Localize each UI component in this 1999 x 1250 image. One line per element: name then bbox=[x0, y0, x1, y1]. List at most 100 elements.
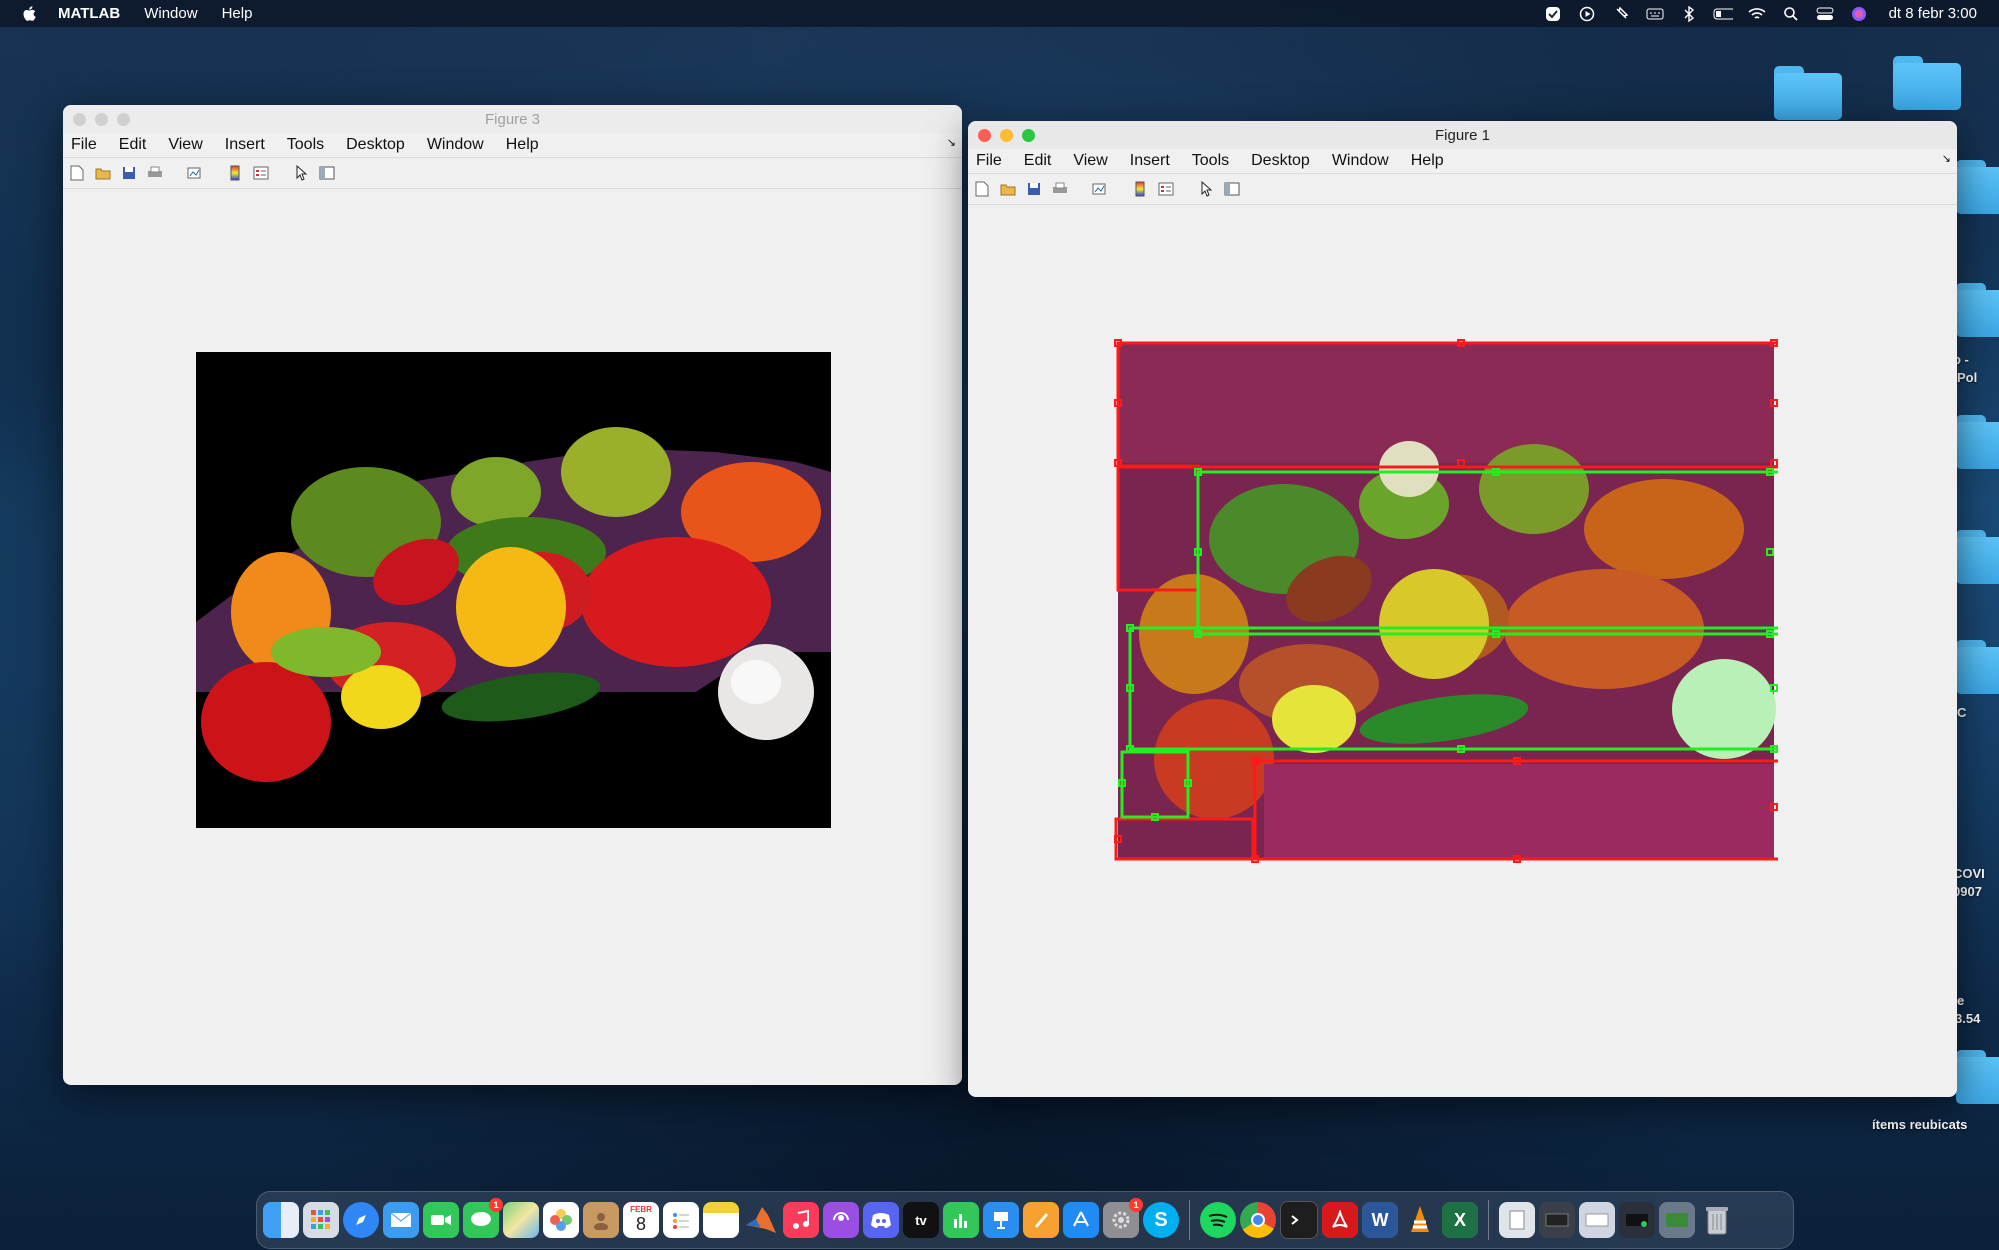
menu-edit[interactable]: Edit bbox=[1024, 152, 1052, 170]
recent-stack-icon[interactable] bbox=[1539, 1202, 1575, 1238]
menu-window[interactable]: Window bbox=[1332, 152, 1389, 170]
colorbar-icon[interactable] bbox=[226, 164, 244, 182]
facetime-icon[interactable] bbox=[423, 1202, 459, 1238]
desktop-folder[interactable] bbox=[1956, 283, 1999, 337]
property-editor-icon[interactable] bbox=[318, 164, 336, 182]
wifi-icon[interactable] bbox=[1747, 6, 1767, 22]
preview-stack-icon[interactable] bbox=[1659, 1202, 1695, 1238]
link-plot-icon[interactable] bbox=[186, 164, 204, 182]
menu-help[interactable]: Help bbox=[1411, 152, 1444, 170]
siri-icon[interactable] bbox=[1849, 6, 1869, 22]
safari-icon[interactable] bbox=[343, 1202, 379, 1238]
menu-desktop[interactable]: Desktop bbox=[1251, 152, 1310, 170]
desktop-folder[interactable] bbox=[1956, 160, 1999, 214]
minimize-button[interactable] bbox=[1000, 129, 1013, 142]
new-figure-icon[interactable] bbox=[68, 164, 86, 182]
save-icon[interactable] bbox=[120, 164, 138, 182]
menu-insert[interactable]: Insert bbox=[1130, 152, 1170, 170]
menu-window[interactable]: Window bbox=[144, 5, 197, 22]
desktop-folder[interactable] bbox=[1774, 66, 1842, 120]
bluetooth-icon[interactable] bbox=[1679, 5, 1699, 22]
zoom-button[interactable] bbox=[1022, 129, 1035, 142]
menu-help[interactable]: Help bbox=[506, 136, 539, 154]
legend-icon[interactable] bbox=[1157, 180, 1175, 198]
checkmark-status-icon[interactable] bbox=[1543, 6, 1563, 22]
maps-icon[interactable] bbox=[503, 1202, 539, 1238]
window-stack-icon[interactable] bbox=[1619, 1202, 1655, 1238]
segmented-image-axes[interactable] bbox=[196, 352, 831, 828]
zoom-button[interactable] bbox=[117, 113, 130, 126]
menu-view[interactable]: View bbox=[1073, 152, 1107, 170]
terminal-icon[interactable] bbox=[1280, 1201, 1318, 1239]
property-editor-icon[interactable] bbox=[1223, 180, 1241, 198]
menu-tools[interactable]: Tools bbox=[287, 136, 324, 154]
discord-icon[interactable] bbox=[863, 1202, 899, 1238]
desktop-folder[interactable] bbox=[1956, 640, 1999, 694]
mail-icon[interactable] bbox=[383, 1202, 419, 1238]
trash-icon[interactable] bbox=[1699, 1202, 1735, 1238]
menu-insert[interactable]: Insert bbox=[225, 136, 265, 154]
print-icon[interactable] bbox=[146, 164, 164, 182]
pages-icon[interactable] bbox=[1023, 1202, 1059, 1238]
dock-figure-icon[interactable]: ↘ bbox=[947, 136, 956, 149]
podcasts-icon[interactable] bbox=[823, 1202, 859, 1238]
downloads-stack-icon[interactable] bbox=[1579, 1202, 1615, 1238]
dock-figure-icon[interactable]: ↘ bbox=[1942, 152, 1951, 165]
close-button[interactable] bbox=[73, 113, 86, 126]
app-menu-matlab[interactable]: MATLAB bbox=[58, 5, 120, 22]
calendar-icon[interactable]: FEBR 8 bbox=[623, 1202, 659, 1238]
desktop-folder[interactable] bbox=[1956, 1050, 1999, 1104]
matlab-icon[interactable] bbox=[743, 1202, 779, 1238]
figure3-window[interactable]: Figure 3 File Edit View Insert Tools Des… bbox=[63, 105, 962, 1085]
menu-view[interactable]: View bbox=[168, 136, 202, 154]
desktop-folder[interactable] bbox=[1956, 415, 1999, 469]
trash-items-label[interactable]: ítems reubicats bbox=[1872, 1117, 1967, 1132]
edit-plot-icon[interactable] bbox=[292, 164, 310, 182]
contacts-icon[interactable] bbox=[583, 1202, 619, 1238]
vlc-icon[interactable] bbox=[1402, 1202, 1438, 1238]
excel-icon[interactable]: X bbox=[1442, 1202, 1478, 1238]
menu-file[interactable]: File bbox=[976, 152, 1002, 170]
play-circle-icon[interactable] bbox=[1577, 6, 1597, 22]
control-center-icon[interactable] bbox=[1815, 6, 1835, 22]
link-plot-icon[interactable] bbox=[1091, 180, 1109, 198]
menu-desktop[interactable]: Desktop bbox=[346, 136, 405, 154]
reminders-icon[interactable] bbox=[663, 1202, 699, 1238]
keyboard-icon[interactable] bbox=[1645, 6, 1665, 22]
menu-tools[interactable]: Tools bbox=[1192, 152, 1229, 170]
edit-plot-icon[interactable] bbox=[1197, 180, 1215, 198]
roi-image-axes[interactable] bbox=[1114, 339, 1778, 863]
apple-icon[interactable] bbox=[22, 5, 38, 23]
pin-icon[interactable] bbox=[1611, 6, 1631, 22]
launchpad-icon[interactable] bbox=[303, 1202, 339, 1238]
notes-icon[interactable] bbox=[703, 1202, 739, 1238]
battery-icon[interactable] bbox=[1713, 6, 1733, 22]
app-store-icon[interactable] bbox=[1063, 1202, 1099, 1238]
keynote-icon[interactable] bbox=[983, 1202, 1019, 1238]
menu-window[interactable]: Window bbox=[427, 136, 484, 154]
save-icon[interactable] bbox=[1025, 180, 1043, 198]
open-file-icon[interactable] bbox=[94, 164, 112, 182]
tv-icon[interactable]: tv bbox=[903, 1202, 939, 1238]
figure1-window[interactable]: Figure 1 File Edit View Insert Tools Des… bbox=[968, 121, 1957, 1097]
desktop-folder[interactable] bbox=[1893, 56, 1961, 110]
colorbar-icon[interactable] bbox=[1131, 180, 1149, 198]
spotlight-search-icon[interactable] bbox=[1781, 6, 1801, 22]
documents-stack-icon[interactable] bbox=[1499, 1202, 1535, 1238]
skype-icon[interactable]: S bbox=[1143, 1202, 1179, 1238]
word-icon[interactable]: W bbox=[1362, 1202, 1398, 1238]
print-icon[interactable] bbox=[1051, 180, 1069, 198]
menu-file[interactable]: File bbox=[71, 136, 97, 154]
spotify-icon[interactable] bbox=[1200, 1202, 1236, 1238]
menu-edit[interactable]: Edit bbox=[119, 136, 147, 154]
desktop-folder[interactable] bbox=[1956, 530, 1999, 584]
close-button[interactable] bbox=[978, 129, 991, 142]
messages-icon[interactable]: 1 bbox=[463, 1198, 503, 1238]
menu-clock[interactable]: dt 8 febr 3:00 bbox=[1889, 5, 1977, 22]
finder-icon[interactable] bbox=[263, 1202, 299, 1238]
acrobat-icon[interactable] bbox=[1322, 1202, 1358, 1238]
numbers-icon[interactable] bbox=[943, 1202, 979, 1238]
figure3-titlebar[interactable]: Figure 3 bbox=[63, 105, 962, 133]
new-figure-icon[interactable] bbox=[973, 180, 991, 198]
chrome-icon[interactable] bbox=[1240, 1202, 1276, 1238]
